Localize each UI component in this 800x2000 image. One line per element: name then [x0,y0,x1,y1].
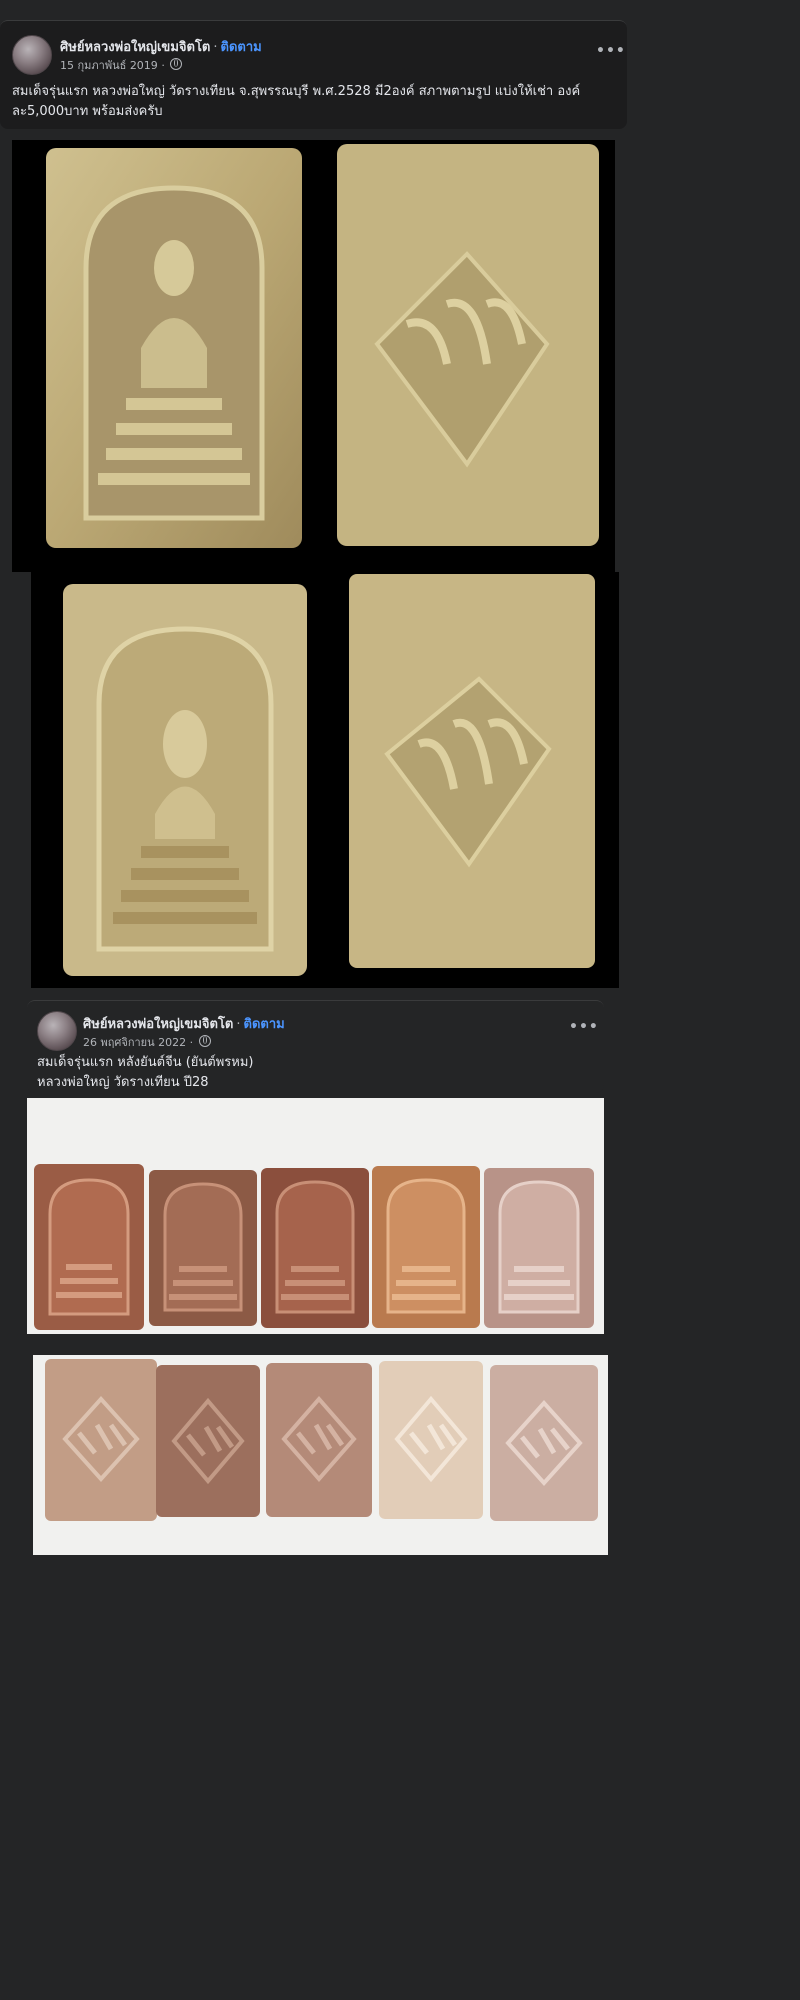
post-meta-2: 26 พฤศจิกายน 2022 · [83,1033,211,1051]
name-separator-2: · [236,1017,241,1032]
post-photo-2[interactable] [31,572,619,988]
amulet-back-image [337,144,599,546]
post-text: สมเด็จรุ่นแรก หลวงพ่อใหญ่ วัดรางเทียน จ.… [12,82,620,122]
amulet-front-small-4 [372,1166,480,1328]
amulet-back-small-2 [156,1365,260,1517]
amulet-back-small-4 [379,1361,483,1519]
amulet-back-small-1 [45,1359,157,1521]
post-date-link-2[interactable]: 26 พฤศจิกายน 2022 [83,1036,186,1049]
follow-button[interactable]: ติดตาม [221,40,262,55]
amulet-front-small-1 [34,1164,144,1330]
name-separator: · [213,40,218,55]
post-text-line-1: สมเด็จรุ่นแรก หลวงพ่อใหญ่ วัดรางเทียน จ.… [12,84,581,99]
post-header-name-2: ศิษย์หลวงพ่อใหญ่เขมจิตโต · ติดตาม [83,1013,285,1034]
amulet-back-small-3 [266,1363,372,1517]
more-options-icon[interactable]: ••• [569,1019,599,1035]
follow-button-2[interactable]: ติดตาม [244,1017,285,1032]
post-header-name: ศิษย์หลวงพ่อใหญ่เขมจิตโต · ติดตาม [60,36,262,57]
post-text-line-1: สมเด็จรุ่นแรก หลังยันต์จีน (ยันต์พรหม) [37,1055,254,1070]
post-photo-4[interactable] [33,1355,608,1555]
amulet-front-small-2 [149,1170,257,1326]
amulet-front-image [46,148,302,548]
amulet-front-small-3 [261,1168,369,1328]
post-card-1: ศิษย์หลวงพ่อใหญ่เขมจิตโต · ติดตาม 15 กุมภา… [0,20,627,129]
post-text-line-2: ละ5,000บาท พร้อมส่งครับ [12,104,163,119]
more-options-icon[interactable]: ••• [596,43,626,59]
post-meta: 15 กุมภาพันธ์ 2019 · [60,56,183,74]
author-name-link-2[interactable]: ศิษย์หลวงพ่อใหญ่เขมจิตโต [83,1017,233,1032]
amulet-front-image-2 [63,584,307,976]
globe-icon [170,58,183,70]
profile-avatar[interactable] [12,35,52,75]
amulet-front-small-5 [484,1168,594,1328]
post-photo-3[interactable] [27,1098,604,1334]
post-date-link[interactable]: 15 กุมภาพันธ์ 2019 [60,59,158,72]
post-photo-1[interactable] [12,140,615,572]
post-text-line-2: หลวงพ่อใหญ่ วัดรางเทียน ปี28 [37,1075,209,1090]
date-separator: · [161,59,165,72]
date-separator-2: · [189,1036,194,1049]
profile-avatar-2[interactable] [37,1011,77,1051]
amulet-back-small-5 [490,1365,598,1521]
globe-icon [198,1035,211,1047]
amulet-back-image-2 [349,574,595,968]
post-text-2: สมเด็จรุ่นแรก หลังยันต์จีน (ยันต์พรหม) ห… [37,1053,597,1093]
post-card-2: ศิษย์หลวงพ่อใหญ่เขมจิตโต · ติดตาม 26 พฤศจิ… [27,1000,604,1093]
author-name-link[interactable]: ศิษย์หลวงพ่อใหญ่เขมจิตโต [60,40,210,55]
